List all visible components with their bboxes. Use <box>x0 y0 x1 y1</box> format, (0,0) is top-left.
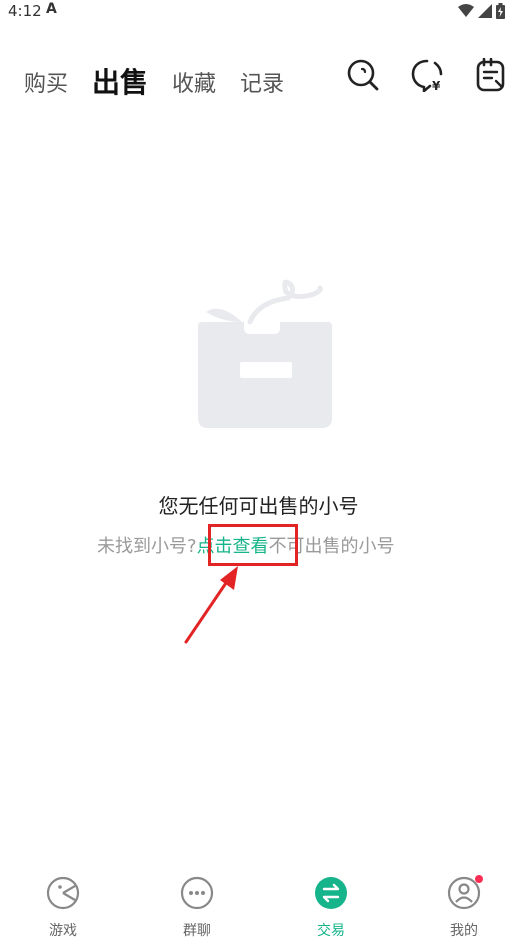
status-icons <box>458 3 505 19</box>
bottom-nav: 游戏 群聊 交易 我的 <box>0 866 517 940</box>
tab-buy[interactable]: 购买 <box>24 66 68 98</box>
notification-badge <box>475 875 483 883</box>
note-icon[interactable] <box>474 58 508 92</box>
nav-me-label: 我的 <box>450 923 478 939</box>
nav-group-chat[interactable]: 群聊 <box>167 876 227 940</box>
tab-records[interactable]: 记录 <box>240 66 284 98</box>
nav-game-label: 游戏 <box>49 923 77 939</box>
nav-trade[interactable]: 交易 <box>301 876 361 940</box>
tab-sell[interactable]: 出售 <box>92 61 148 101</box>
wifi-icon <box>458 4 474 17</box>
nav-me[interactable]: 我的 <box>434 875 494 940</box>
nav-trade-label: 交易 <box>317 923 345 939</box>
chat-money-icon[interactable]: ¥ <box>410 58 444 92</box>
group-chat-icon <box>180 876 214 910</box>
subtitle-prefix: 未找到小号? <box>97 536 197 557</box>
empty-box-illustration <box>198 279 332 428</box>
tab-favorites[interactable]: 收藏 <box>172 66 216 98</box>
app-notification-icon: A <box>46 1 57 17</box>
nav-group-chat-label: 群聊 <box>183 923 211 939</box>
signal-icon <box>478 4 492 18</box>
search-icon[interactable] <box>346 58 380 92</box>
nav-game[interactable]: 游戏 <box>33 876 93 940</box>
svg-text:¥: ¥ <box>432 79 441 92</box>
status-bar: 4:12 A <box>0 0 517 24</box>
annotation-arrow <box>184 566 238 644</box>
status-time: 4:12 <box>8 2 42 20</box>
empty-state-title: 您无任何可出售的小号 <box>158 494 359 518</box>
game-icon <box>46 876 80 910</box>
battery-icon <box>496 3 505 19</box>
trade-icon <box>315 877 347 909</box>
